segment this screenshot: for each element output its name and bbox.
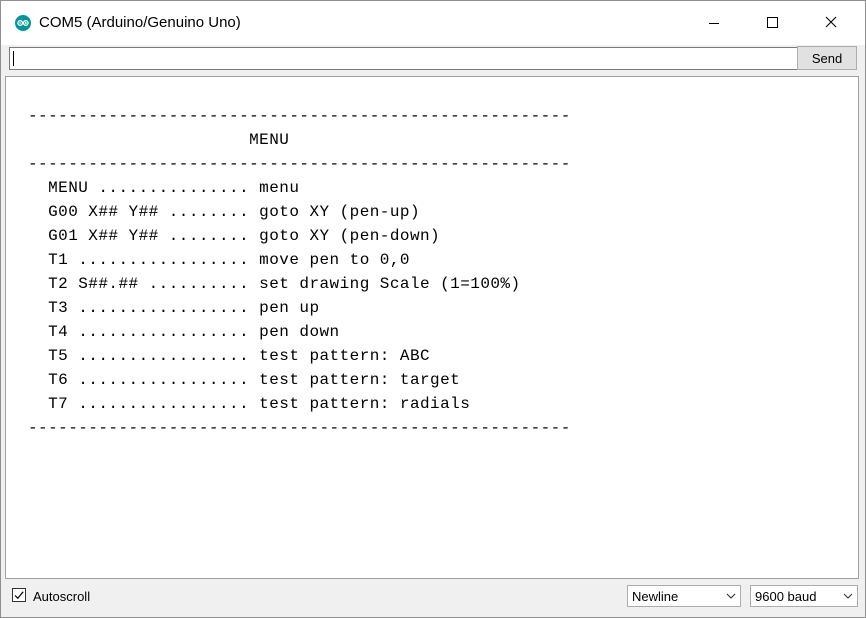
serial-monitor-window: COM5 (Arduino/Genuino Uno) Send --------… xyxy=(0,0,866,618)
checkmark-icon xyxy=(14,591,24,600)
output-line: T6 ................. test pattern: targe… xyxy=(28,371,461,389)
output-line: T2 S##.## .......... set drawing Scale (… xyxy=(28,275,521,293)
output-line: G00 X## Y## ........ goto XY (pen-up) xyxy=(28,203,421,221)
text-caret xyxy=(13,51,14,66)
send-row: Send xyxy=(1,45,865,75)
maximize-button[interactable] xyxy=(743,1,801,45)
minimize-icon xyxy=(709,23,719,24)
autoscroll-label[interactable]: Autoscroll xyxy=(33,589,90,604)
baud-rate-select[interactable]: 9600 baud xyxy=(750,585,858,607)
output-line: ----------------------------------------… xyxy=(28,155,571,173)
baud-rate-value: 9600 baud xyxy=(755,589,817,604)
output-line: ----------------------------------------… xyxy=(28,107,571,125)
autoscroll-checkbox[interactable] xyxy=(12,588,26,602)
title-bar[interactable]: COM5 (Arduino/Genuino Uno) xyxy=(1,1,865,45)
output-line: T1 ................. move pen to 0,0 xyxy=(28,251,410,269)
chevron-down-icon xyxy=(843,593,853,599)
output-line: G01 X## Y## ........ goto XY (pen-down) xyxy=(28,227,441,245)
output-line: MENU ............... menu xyxy=(28,179,300,197)
arduino-icon xyxy=(15,15,31,31)
chevron-down-icon xyxy=(726,593,736,599)
maximize-icon xyxy=(767,17,778,28)
output-line: T5 ................. test pattern: ABC xyxy=(28,347,431,365)
output-line: T7 ................. test pattern: radia… xyxy=(28,395,471,413)
status-bar: Autoscroll Newline 9600 baud xyxy=(1,581,865,617)
send-button[interactable]: Send xyxy=(797,46,857,70)
minimize-button[interactable] xyxy=(685,1,743,45)
output-line: T3 ................. pen up xyxy=(28,299,320,317)
output-line: T4 ................. pen down xyxy=(28,323,340,341)
serial-output-text: ----------------------------------------… xyxy=(28,104,571,440)
line-ending-value: Newline xyxy=(632,589,679,604)
output-line: MENU xyxy=(28,131,290,149)
close-icon xyxy=(825,16,837,28)
line-ending-select[interactable]: Newline xyxy=(627,585,741,607)
window-title: COM5 (Arduino/Genuino Uno) xyxy=(39,14,241,31)
close-button[interactable] xyxy=(801,1,859,45)
output-line: ----------------------------------------… xyxy=(28,419,571,437)
serial-output[interactable]: ----------------------------------------… xyxy=(5,76,859,579)
serial-input[interactable] xyxy=(9,47,799,70)
